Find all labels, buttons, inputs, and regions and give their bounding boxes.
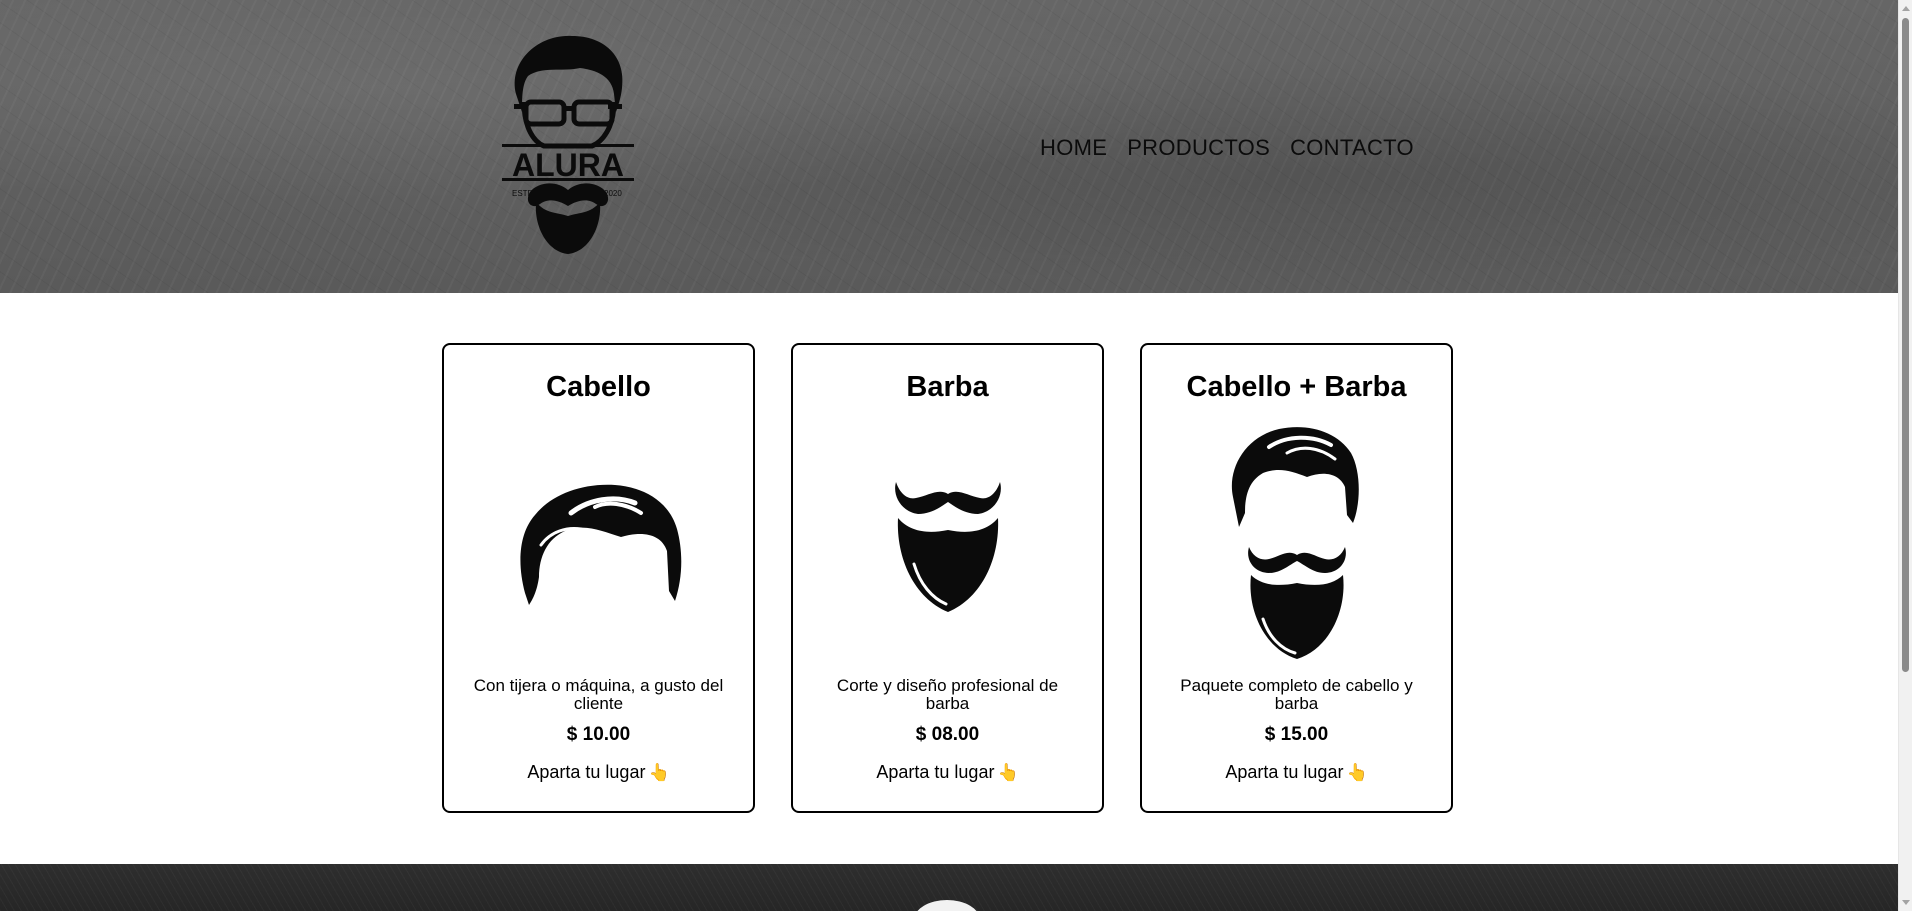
site-footer (0, 864, 1898, 911)
beard-icon (894, 482, 1001, 612)
hair-icon (519, 484, 681, 605)
product-description: Con tijera o máquina, a gusto del client… (473, 676, 724, 713)
main-nav: HOME PRODUCTOS CONTACTO (1040, 135, 1414, 161)
reserve-link-label: Aparta tu lugar (1225, 762, 1344, 782)
reserve-link[interactable]: Aparta tu lugar 👆 (793, 762, 1102, 783)
product-card-barba: Barba Corte y diseño profesional de barb… (791, 343, 1104, 813)
nav-link-home[interactable]: HOME (1040, 135, 1107, 161)
vertical-scrollbar[interactable] (1898, 0, 1912, 911)
barber-face-logo-icon: ALURA ESTD 2020 (502, 35, 634, 254)
product-price: $ 15.00 (1264, 724, 1329, 745)
nav-link-productos[interactable]: PRODUCTOS (1127, 135, 1270, 161)
svg-text:ALURA: ALURA (512, 147, 624, 183)
product-price: $ 08.00 (915, 724, 980, 745)
pointing-hand-icon: 👆 (997, 763, 1019, 782)
product-title: Barba (906, 371, 989, 403)
product-image (444, 423, 753, 663)
nav-link-contacto[interactable]: CONTACTO (1290, 135, 1414, 161)
product-image (793, 423, 1102, 663)
hair-and-beard-icon (1231, 427, 1359, 659)
products-section: Cabello Con tijera o máquina, a gusto de… (442, 343, 1453, 813)
footer-logo (914, 900, 980, 911)
reserve-link[interactable]: Aparta tu lugar 👆 (1142, 762, 1451, 783)
alura-logo[interactable]: ALURA ESTD 2020 (500, 32, 636, 256)
scroll-down-arrow-icon[interactable] (1902, 900, 1910, 905)
pointing-hand-icon: 👆 (1346, 763, 1368, 782)
product-title: Cabello (546, 371, 651, 403)
reserve-link-label: Aparta tu lugar (527, 762, 646, 782)
scroll-up-arrow-icon[interactable] (1902, 6, 1910, 11)
reserve-link-label: Aparta tu lugar (876, 762, 995, 782)
scrollbar-thumb[interactable] (1902, 18, 1909, 672)
pointing-hand-icon: 👆 (648, 763, 670, 782)
product-card-cabello: Cabello Con tijera o máquina, a gusto de… (442, 343, 755, 813)
product-price: $ 10.00 (566, 724, 631, 745)
reserve-link[interactable]: Aparta tu lugar 👆 (444, 762, 753, 783)
product-card-cabello-barba: Cabello + Barba Paquete completo de cabe… (1140, 343, 1453, 813)
product-description: Paquete completo de cabello y barba (1180, 676, 1413, 713)
page: ALURA ESTD 2020 HOME PRODUCTOS CONTACTO … (0, 0, 1912, 911)
site-header: ALURA ESTD 2020 HOME PRODUCTOS CONTACTO (0, 0, 1898, 293)
product-image (1142, 423, 1451, 663)
product-title: Cabello + Barba (1186, 371, 1407, 403)
product-description: Corte y diseño profesional de barba (836, 676, 1059, 713)
